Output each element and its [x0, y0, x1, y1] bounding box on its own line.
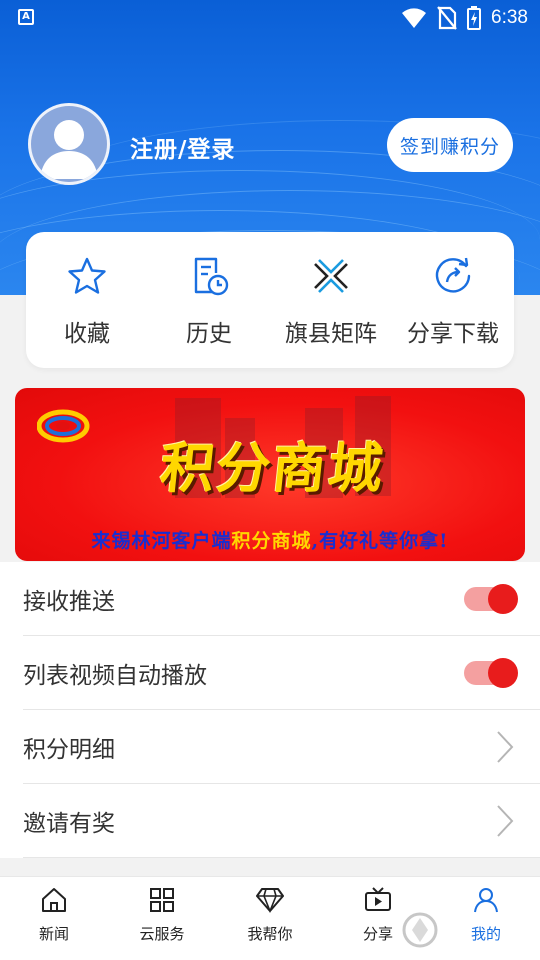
matrix-icon — [309, 254, 353, 298]
shortcut-label: 收藏 — [64, 321, 110, 347]
history-icon — [187, 254, 231, 298]
login-register-link[interactable]: 注册/登录 — [130, 130, 235, 164]
banner-subtitle: 来锡林河客户端积分商城,有好礼等你拿! — [15, 526, 525, 553]
setting-receive-push: 接收推送 — [23, 562, 540, 636]
tab-news[interactable]: 新闻 — [0, 877, 108, 960]
setting-label: 积分明细 — [23, 736, 115, 763]
wifi-icon — [402, 8, 427, 28]
setting-label: 接收推送 — [23, 588, 115, 615]
setting-autoplay-video: 列表视频自动播放 — [23, 636, 540, 710]
shortcut-county-matrix[interactable]: 旗县矩阵 — [270, 232, 392, 368]
shortcut-label: 分享下载 — [407, 321, 499, 347]
default-avatar-icon — [40, 120, 98, 179]
tab-label: 新闻 — [38, 925, 69, 943]
setting-label: 邀请有奖 — [23, 810, 115, 837]
setting-invite-reward[interactable]: 邀请有奖 — [23, 784, 540, 858]
notification-a-icon: A — [18, 9, 34, 25]
settings-list: 接收推送 列表视频自动播放 积分明细 邀请有奖 — [0, 562, 540, 858]
shortcut-history[interactable]: 历史 — [148, 232, 270, 368]
tab-mine[interactable]: 我的 — [432, 877, 540, 960]
banner-title: 积分商城 — [157, 436, 388, 500]
avatar[interactable] — [28, 103, 110, 185]
autoplay-toggle[interactable] — [464, 657, 518, 688]
points-mall-banner[interactable]: 积分商城 来锡林河客户端积分商城,有好礼等你拿! — [15, 388, 525, 561]
user-icon — [474, 888, 498, 913]
tab-label: 分享 — [362, 925, 393, 943]
grid-icon — [150, 888, 174, 912]
chevron-right-icon — [497, 730, 514, 763]
battery-icon — [467, 6, 482, 30]
no-sim-icon — [437, 6, 457, 30]
banner-subtitle-post: ,有好礼等你拿! — [311, 530, 449, 552]
diamond-icon — [256, 888, 284, 913]
status-time: 6:38 — [491, 7, 528, 28]
shortcut-label: 旗县矩阵 — [285, 321, 377, 347]
logo-icon — [37, 409, 90, 443]
shortcuts-card: 收藏 历史 旗县矩阵 分享下载 — [26, 232, 514, 368]
status-bar: A 6:38 — [0, 0, 540, 36]
status-icons: 6:38 — [401, 6, 528, 30]
banner-subtitle-highlight: 积分商城 — [231, 530, 312, 552]
share-download-icon — [431, 254, 475, 298]
star-icon — [65, 254, 109, 298]
toggle-knob — [488, 583, 518, 614]
home-icon — [42, 888, 66, 912]
shortcut-favorites[interactable]: 收藏 — [26, 232, 148, 368]
banner-subtitle-pre: 来锡林河客户端 — [91, 530, 232, 552]
signin-points-button[interactable]: 签到赚积分 — [387, 118, 513, 172]
tab-share[interactable]: 分享 — [324, 877, 432, 960]
toggle-knob — [488, 657, 518, 688]
shortcut-label: 历史 — [186, 321, 232, 347]
tab-label: 云服务 — [139, 925, 185, 943]
tab-label: 我的 — [470, 925, 501, 943]
tab-cloud-services[interactable]: 云服务 — [108, 877, 216, 960]
push-toggle[interactable] — [464, 583, 518, 614]
setting-label: 列表视频自动播放 — [23, 662, 207, 689]
bottom-tab-bar: 新闻 云服务 我帮你 分享 我的 — [0, 876, 540, 960]
shortcut-share-download[interactable]: 分享下载 — [392, 232, 514, 368]
chevron-right-icon — [497, 804, 514, 837]
tab-help-you[interactable]: 我帮你 — [216, 877, 324, 960]
video-icon — [365, 887, 391, 911]
tab-label: 我帮你 — [247, 925, 293, 943]
setting-points-detail[interactable]: 积分明细 — [23, 710, 540, 784]
